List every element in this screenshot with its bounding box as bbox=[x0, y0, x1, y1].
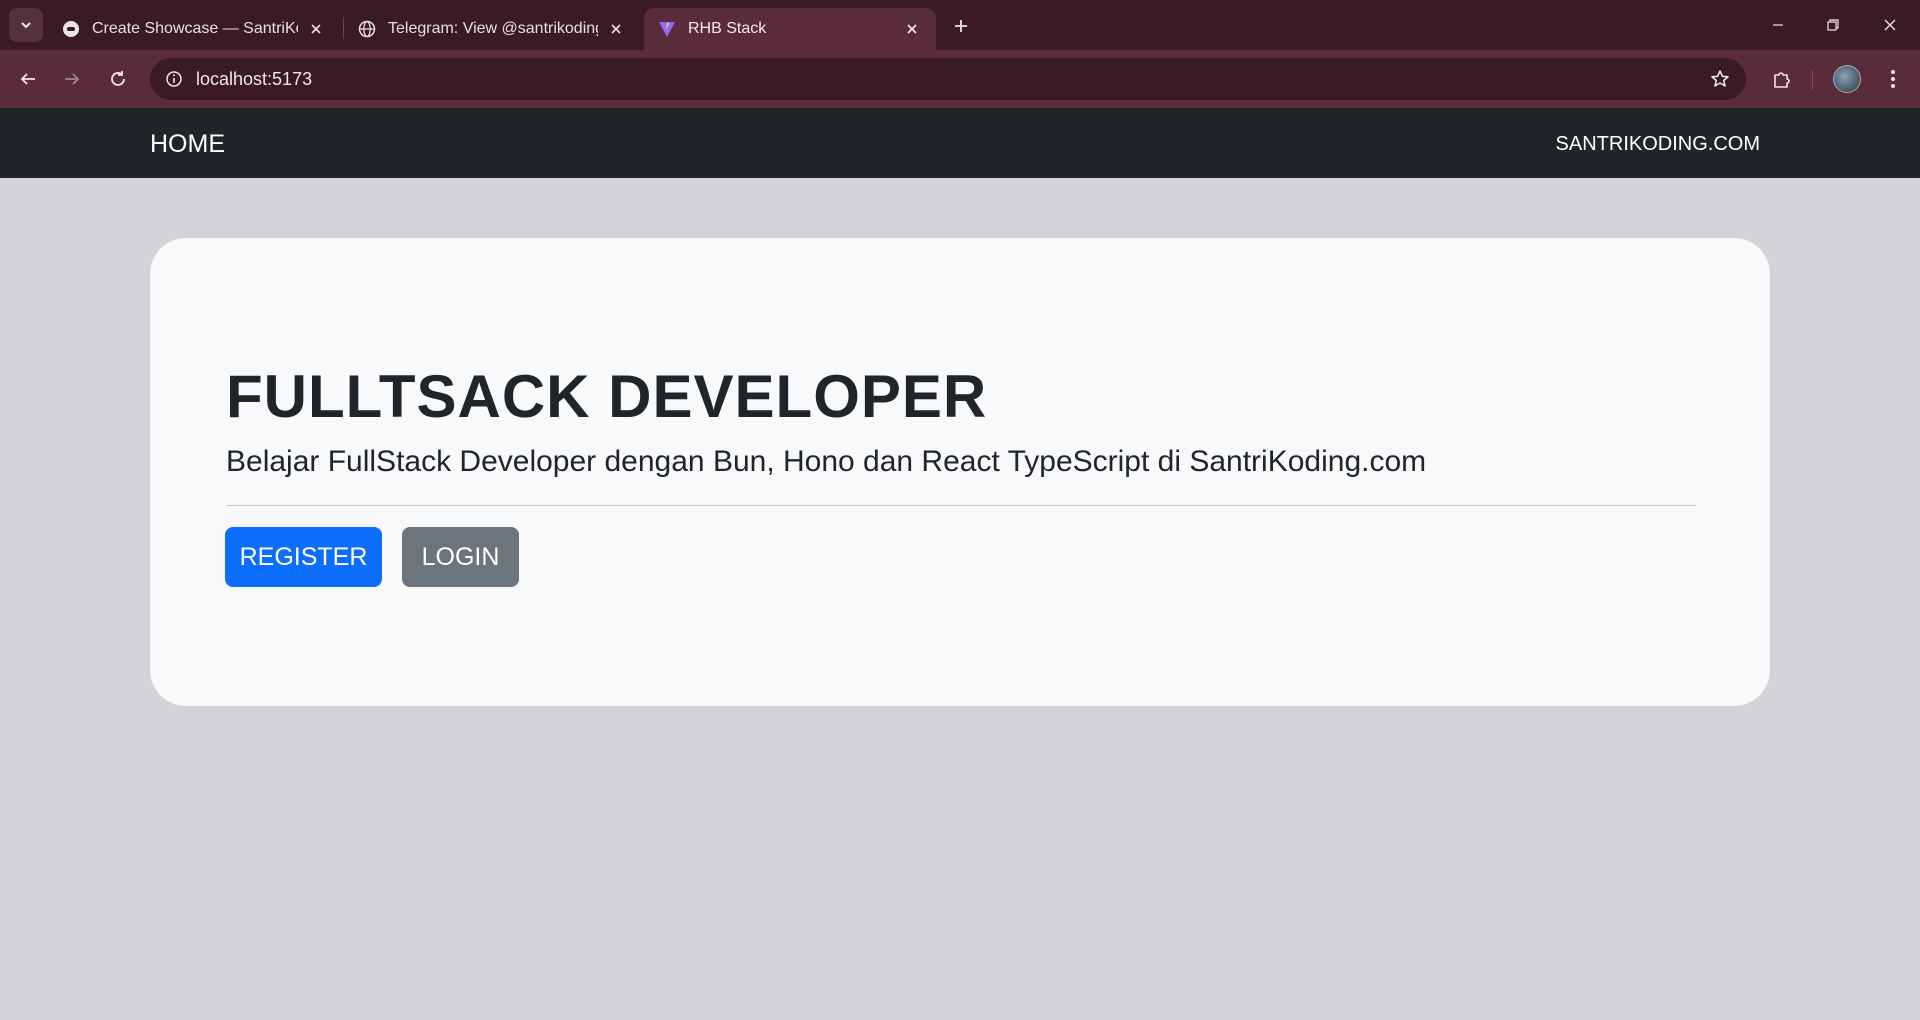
santrikoding-icon bbox=[62, 20, 80, 38]
browser-tab-create-showcase[interactable]: Create Showcase — SantriKodir bbox=[48, 8, 340, 50]
app-navbar: HOME SANTRIKODING.COM bbox=[0, 108, 1920, 178]
restore-button[interactable] bbox=[1818, 10, 1848, 40]
restore-icon bbox=[1827, 19, 1839, 31]
close-icon[interactable] bbox=[902, 19, 922, 39]
back-button[interactable] bbox=[13, 64, 43, 94]
site-info-icon[interactable] bbox=[160, 65, 188, 93]
tab-title: RHB Stack bbox=[688, 20, 767, 37]
tab-title: Create Showcase — SantriKodir bbox=[92, 20, 298, 37]
extensions-button[interactable] bbox=[1767, 64, 1797, 94]
hero-card: FULLTSACK DEVELOPER Belajar FullStack De… bbox=[150, 238, 1770, 706]
vite-icon bbox=[658, 20, 676, 38]
chevron-down-icon bbox=[21, 22, 31, 29]
close-icon[interactable] bbox=[606, 19, 626, 39]
browser-tab-telegram[interactable]: Telegram: View @santrikoding bbox=[344, 8, 640, 50]
hero-subtitle: Belajar FullStack Developer dengan Bun, … bbox=[226, 445, 1427, 478]
plus-icon bbox=[955, 20, 967, 32]
address-bar[interactable]: localhost:5173 bbox=[150, 58, 1746, 100]
arrow-left-icon bbox=[20, 73, 35, 85]
globe-icon bbox=[358, 20, 376, 38]
arrow-right-icon bbox=[65, 73, 80, 85]
bookmark-star-icon[interactable] bbox=[1708, 67, 1732, 91]
tab-title: Telegram: View @santrikoding bbox=[388, 20, 598, 37]
reload-button[interactable] bbox=[103, 64, 133, 94]
profile-avatar[interactable] bbox=[1833, 65, 1861, 93]
browser-menu-button[interactable] bbox=[1878, 64, 1908, 94]
divider bbox=[226, 505, 1696, 506]
close-icon[interactable] bbox=[306, 19, 326, 39]
login-button[interactable]: LOGIN bbox=[402, 527, 519, 587]
tab-search-button[interactable] bbox=[9, 8, 43, 42]
toolbar-divider bbox=[1812, 70, 1813, 90]
close-window-button[interactable] bbox=[1875, 10, 1905, 40]
close-icon bbox=[1884, 19, 1896, 31]
url-text[interactable]: localhost:5173 bbox=[196, 69, 312, 90]
santrikoding-link[interactable]: SANTRIKODING.COM bbox=[1556, 133, 1760, 156]
browser-toolbar: localhost:5173 bbox=[0, 50, 1920, 108]
puzzle-icon bbox=[1774, 72, 1790, 88]
hero-title: FULLTSACK DEVELOPER bbox=[226, 363, 988, 430]
minimize-icon bbox=[1773, 24, 1783, 26]
more-vertical-icon bbox=[1891, 70, 1895, 88]
reload-icon bbox=[111, 71, 125, 86]
browser-tab-rhb-stack[interactable]: RHB Stack bbox=[644, 8, 936, 50]
register-button[interactable]: REGISTER bbox=[225, 527, 382, 587]
minimize-button[interactable] bbox=[1763, 10, 1793, 40]
forward-button[interactable] bbox=[57, 64, 87, 94]
home-link[interactable]: HOME bbox=[150, 130, 225, 159]
new-tab-button[interactable] bbox=[948, 13, 974, 39]
browser-tab-bar: Create Showcase — SantriKodir Telegram: … bbox=[0, 0, 1920, 50]
